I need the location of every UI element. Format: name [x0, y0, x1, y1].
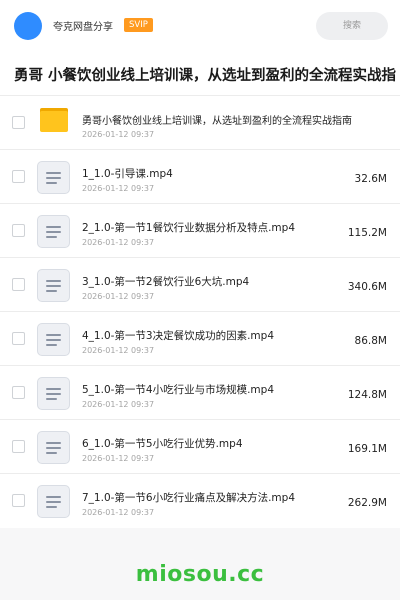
- item-date: 2026-01-12 09:37: [82, 346, 155, 355]
- video-file-icon: [37, 377, 70, 410]
- item-size: 262.9M: [347, 497, 387, 509]
- item-date: 2026-01-12 09:37: [82, 292, 155, 301]
- select-checkbox[interactable]: [12, 278, 25, 291]
- avatar[interactable]: [14, 12, 42, 40]
- item-size: 115.2M: [347, 227, 387, 239]
- select-checkbox[interactable]: [12, 440, 25, 453]
- folder-row[interactable]: 勇哥小餐饮创业线上培训课，从选址到盈利的全流程实战指南 2026-01-12 09…: [0, 96, 400, 150]
- file-row[interactable]: 1_1.0-引导课.mp4 2026-01-12 09:37 32.6M: [0, 150, 400, 204]
- item-date: 2026-01-12 09:37: [82, 130, 155, 139]
- video-file-icon: [37, 269, 70, 302]
- video-file-icon: [37, 215, 70, 248]
- item-size: 32.6M: [354, 173, 387, 185]
- item-name: 1_1.0-引导课.mp4: [82, 168, 173, 180]
- file-row[interactable]: 3_1.0-第一节2餐饮行业6大坑.mp4 2026-01-12 09:37 340…: [0, 258, 400, 312]
- item-date: 2026-01-12 09:37: [82, 400, 155, 409]
- share-title-bar: 勇哥 小餐饮创业线上培训课，从选址到盈利的全流程实战指: [0, 52, 400, 96]
- item-date: 2026-01-12 09:37: [82, 238, 155, 247]
- item-size: 340.6M: [347, 281, 387, 293]
- select-checkbox[interactable]: [12, 170, 25, 183]
- item-date: 2026-01-12 09:37: [82, 184, 155, 193]
- video-file-icon: [37, 323, 70, 356]
- file-row[interactable]: 7_1.0-第一节6小吃行业痛点及解决方法.mp4 2026-01-12 09:3…: [0, 474, 400, 528]
- item-date: 2026-01-12 09:37: [82, 508, 155, 517]
- file-row[interactable]: 4_1.0-第一节3决定餐饮成功的因素.mp4 2026-01-12 09:37 8…: [0, 312, 400, 366]
- search-input[interactable]: 搜索: [316, 12, 388, 40]
- item-name: 勇哥小餐饮创业线上培训课，从选址到盈利的全流程实战指南: [82, 116, 352, 127]
- app-name: 夸克网盘分享: [53, 22, 113, 33]
- item-name: 6_1.0-第一节5小吃行业优势.mp4: [82, 438, 243, 450]
- select-checkbox[interactable]: [12, 224, 25, 237]
- file-row[interactable]: 2_1.0-第一节1餐饮行业数据分析及特点.mp4 2026-01-12 09:3…: [0, 204, 400, 258]
- header-bar: 夸克网盘分享 SVIP 搜索: [0, 0, 400, 52]
- share-title: 勇哥 小餐饮创业线上培训课，从选址到盈利的全流程实战指: [14, 68, 397, 84]
- item-name: 3_1.0-第一节2餐饮行业6大坑.mp4: [82, 276, 250, 288]
- item-name: 4_1.0-第一节3决定餐饮成功的因素.mp4: [82, 330, 275, 342]
- watermark: miosou.cc: [135, 562, 265, 587]
- select-checkbox[interactable]: [12, 116, 25, 129]
- select-checkbox[interactable]: [12, 386, 25, 399]
- video-file-icon: [37, 161, 70, 194]
- item-size: 124.8M: [347, 389, 387, 401]
- item-date: 2026-01-12 09:37: [82, 454, 155, 463]
- select-checkbox[interactable]: [12, 494, 25, 507]
- item-name: 5_1.0-第一节4小吃行业与市场规模.mp4: [82, 384, 275, 396]
- file-row[interactable]: 5_1.0-第一节4小吃行业与市场规模.mp4 2026-01-12 09:37 1…: [0, 366, 400, 420]
- item-size: 169.1M: [347, 443, 387, 455]
- select-checkbox[interactable]: [12, 332, 25, 345]
- file-list: 勇哥小餐饮创业线上培训课，从选址到盈利的全流程实战指南 2026-01-12 09…: [0, 96, 400, 528]
- item-size: 86.8M: [354, 335, 387, 347]
- file-row[interactable]: 6_1.0-第一节5小吃行业优势.mp4 2026-01-12 09:37 169.…: [0, 420, 400, 474]
- video-file-icon: [37, 485, 70, 518]
- item-name: 2_1.0-第一节1餐饮行业数据分析及特点.mp4: [82, 222, 296, 234]
- folder-icon: [40, 108, 68, 132]
- svip-badge: SVIP: [124, 18, 153, 32]
- item-name: 7_1.0-第一节6小吃行业痛点及解决方法.mp4: [82, 492, 296, 504]
- video-file-icon: [37, 431, 70, 464]
